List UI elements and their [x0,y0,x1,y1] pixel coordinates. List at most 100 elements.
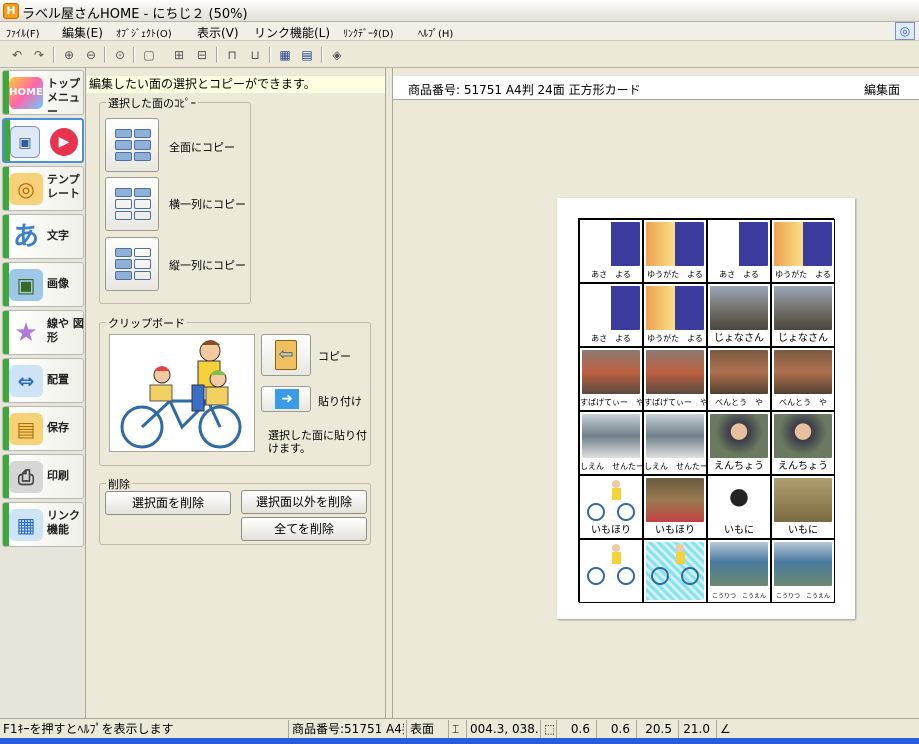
label-cell[interactable]: えんちょう [707,411,771,475]
menu-edit[interactable]: 編集(E) [62,24,103,41]
sidebar-item-text[interactable]: あ 文字 [2,214,84,259]
lock-icon[interactable]: ⊓ [223,46,241,64]
delete-selected-button[interactable]: 選択面を削除 [105,491,231,515]
menu-file[interactable]: ﾌｧｲﾙ(F) [6,25,40,40]
delete-group-label: 削除 [106,476,132,492]
building-image [774,286,832,330]
label-cell[interactable]: こうりつ こうえん [771,539,835,603]
product-info: 商品番号: 51751 A4判 24面 正方形カード [408,83,641,97]
label-cell[interactable]: いもに [771,475,835,539]
language-icon[interactable]: ◎ [895,22,915,40]
sidebar-item-print[interactable]: ⎙ 印刷 [2,454,84,499]
sidebar-item-label: トップ メニュー [47,77,80,118]
arrow-right-icon: ➜ [275,389,299,409]
label-cell[interactable]: あさ よる [707,219,771,283]
pot-image [710,478,768,522]
zoom-out-icon[interactable]: ⊖ [82,46,100,64]
label-cell[interactable] [579,539,643,603]
status-height: 0.6 [596,720,634,738]
unlock-icon[interactable]: ⊔ [246,46,264,64]
label-cell[interactable]: ゆうがた よる [771,219,835,283]
group-icon[interactable]: ▢ [140,46,158,64]
play-icon: ▶ [50,128,78,156]
label-cell[interactable]: じょなさん [707,283,771,347]
menu-link[interactable]: リンク機能(L) [254,24,330,41]
menu-view[interactable]: 表示(V) [197,24,239,41]
grid-icon[interactable]: ▦ [276,46,294,64]
delete-all-button[interactable]: 全てを削除 [241,517,367,541]
paste-button[interactable]: ➜ [261,386,311,412]
sidebar-item-template[interactable]: ◎ テンプ レート [2,166,84,211]
dawn-image [582,222,640,266]
label-cell[interactable]: えんちょう [771,411,835,475]
label-sheet: あさ よる ゆうがた よる あさ よる ゆうがた よる あさ よる ゆうがた よる じょなさ… [557,198,855,619]
copy-button[interactable]: ⇦ [261,334,311,376]
sidebar-item-save[interactable]: ▤ 保存 [2,406,84,451]
label-cell[interactable]: ゆうがた よる [643,219,707,283]
dusk-image [646,286,704,330]
label-cell[interactable]: しえん せんたー [643,411,707,475]
sidebar-item-label: 配置 [47,373,69,386]
sidebar-item-image[interactable]: ▣ 画像 [2,262,84,307]
menu-link-data[interactable]: ﾘﾝｸﾃﾞｰﾀ(D) [343,25,394,40]
print-icon: ⎙ [9,461,43,493]
copy-col-icon [115,248,151,280]
label-text: えんちょう [778,461,828,472]
layers-icon[interactable]: ◈ [328,46,346,64]
sidebar-item-label: 画像 [47,277,69,290]
label-text: こうりつ こうえん [775,593,831,600]
copy-all-button[interactable] [105,118,159,172]
zoom-in-icon[interactable]: ⊕ [60,46,78,64]
label-text: しえん せんたー [644,462,707,471]
shop2-image [774,350,832,394]
toolbar-separator [269,47,270,63]
menu-help[interactable]: ﾍﾙﾌﾟ(H) [418,25,453,40]
label-cell[interactable]: いもに [707,475,771,539]
label-cell[interactable]: いもほり [579,475,643,539]
sidebar-item-top-menu[interactable]: HOME トップ メニュー [2,70,84,118]
sidebar-item-label: 文字 [47,229,69,242]
shop-image [646,350,704,394]
label-cell[interactable]: すぱげてぃー や [579,347,643,411]
label-cell[interactable] [643,539,707,603]
label-text: しえん せんたー [580,462,643,471]
zoom-fit-icon[interactable]: ⊙ [111,46,129,64]
sidebar-item-link[interactable]: ▦ リンク 機能 [2,502,84,547]
sidebar-item-shapes[interactable]: ★ 線や 図形 [2,310,84,355]
sidebar-item-face-select[interactable]: ▣ ▶ [2,118,84,163]
copy-all-label: 全面にコピー [169,141,235,154]
copy-col-button[interactable] [105,237,159,291]
align-icon[interactable]: ⊞ [170,46,188,64]
sidebar-item-layout[interactable]: ⇔ 配置 [2,358,84,403]
label-cell[interactable]: べんとう や [771,347,835,411]
label-cell[interactable]: ゆうがた よる [643,283,707,347]
label-cell[interactable]: こうりつ こうえん [707,539,771,603]
copy-group: 選択した面のｺﾋﾟｰ 全面にコピー 横一列にコピー 縦一列にコピー [99,95,251,304]
menu-object[interactable]: ｵﾌﾞｼﾞｪｸﾄ(O) [116,25,172,40]
template-icon: ◎ [9,173,43,205]
undo-icon[interactable]: ↶ [8,46,26,64]
label-cell[interactable]: いもほり [643,475,707,539]
redo-icon[interactable]: ↷ [30,46,48,64]
label-cell[interactable]: あさ よる [579,283,643,347]
distribute-icon[interactable]: ⊟ [193,46,211,64]
panel-splitter[interactable] [385,68,393,718]
status-help: F1ｷｰを押すとﾍﾙﾌﾟを表示します [3,722,174,736]
delete-others-button[interactable]: 選択面以外を削除 [241,490,367,514]
label-cell[interactable]: べんとう や [707,347,771,411]
person-image [774,414,832,458]
station-image [646,414,704,458]
station-image [582,414,640,458]
dawn-image [582,286,640,330]
label-cell[interactable]: しえん せんたー [579,411,643,475]
label-cell[interactable]: すぱげてぃー や [643,347,707,411]
face-select-icon: ▣ [10,126,40,158]
label-cell[interactable]: あさ よる [579,219,643,283]
label-cell[interactable]: じょなさん [771,283,835,347]
copy-row-button[interactable] [105,177,159,231]
layout-view-icon[interactable]: ▤ [298,46,316,64]
toolbar: ↶ ↷ ⊕ ⊖ ⊙ ▢ ⊞ ⊟ ⊓ ⊔ ▦ ▤ ◈ [0,42,919,68]
status-bar: F1ｷｰを押すとﾍﾙﾌﾟを表示します 商品番号:51751 A4判 表面 ⌶ 0… [0,718,919,738]
shape-icon: ★ [14,318,38,348]
label-text: いもに [724,525,754,536]
